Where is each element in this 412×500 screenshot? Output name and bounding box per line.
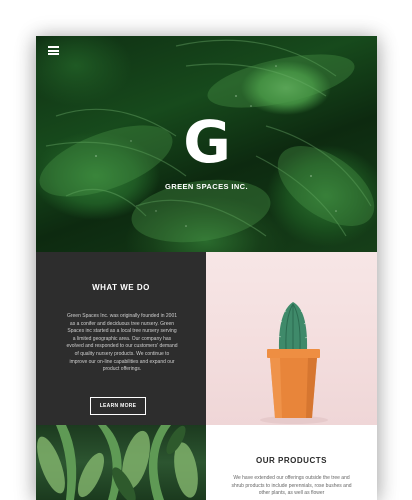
hamburger-menu-icon[interactable] bbox=[48, 46, 59, 55]
tropical-leaves-illustration bbox=[37, 425, 198, 500]
our-products-section: OUR PRODUCTS We have extended our offeri… bbox=[206, 425, 377, 500]
brand-name: GREEN SPACES INC. bbox=[165, 182, 248, 191]
cactus-image bbox=[206, 252, 377, 425]
website-preview: G GREEN SPACES INC. WHAT WE DO Green Spa… bbox=[36, 36, 377, 500]
what-we-do-section: WHAT WE DO Green Spaces Inc. was origina… bbox=[36, 252, 206, 425]
our-products-text: We have extended our offerings outside t… bbox=[231, 475, 352, 497]
learn-more-button[interactable]: LEARN MORE bbox=[90, 397, 146, 415]
what-we-do-text: Green Spaces Inc. was originally founded… bbox=[66, 313, 178, 373]
our-products-heading: OUR PRODUCTS bbox=[256, 456, 327, 465]
potted-cactus-illustration bbox=[260, 302, 328, 424]
brand-logo: G bbox=[183, 108, 231, 176]
hero-section: G GREEN SPACES INC. bbox=[36, 36, 377, 252]
plants-image bbox=[36, 425, 206, 500]
what-we-do-heading: WHAT WE DO bbox=[92, 283, 150, 292]
